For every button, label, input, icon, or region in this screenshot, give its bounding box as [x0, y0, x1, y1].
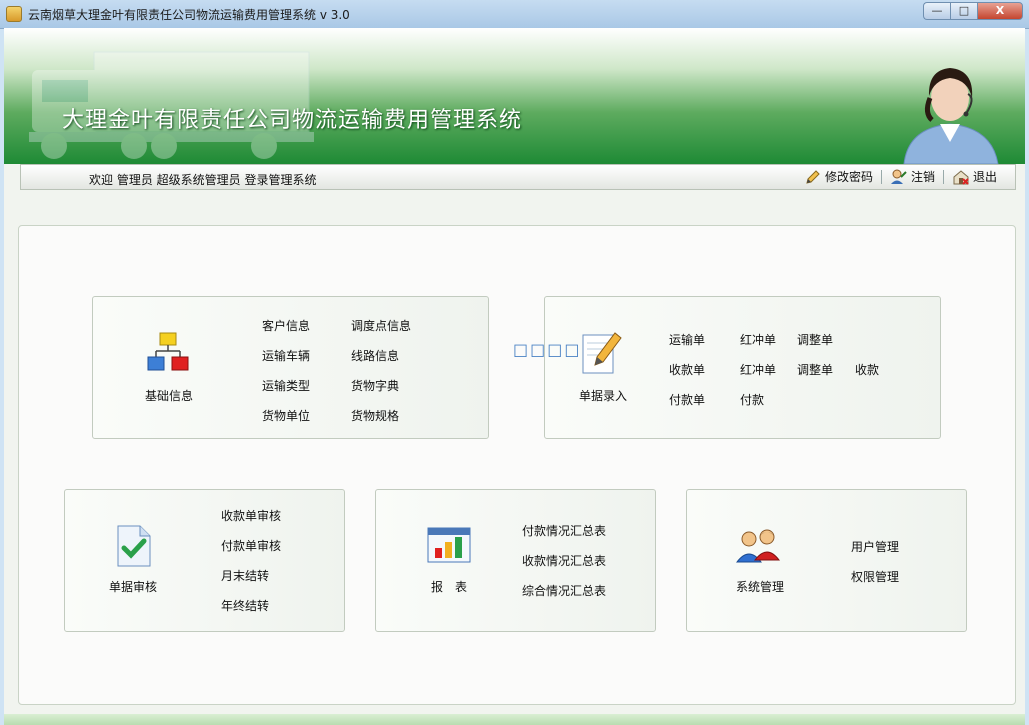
user-logout-icon	[890, 169, 907, 184]
logout-label: 注销	[910, 170, 935, 184]
system-admin-card: 系统管理 用户管理 权限管理	[686, 489, 967, 632]
edit-document-icon[interactable]	[581, 329, 623, 377]
transport-type-link[interactable]: 运输类型	[262, 377, 310, 394]
maximize-button[interactable]: □	[950, 2, 977, 20]
goods-unit-link[interactable]: 货物单位	[262, 407, 310, 424]
dispatch-point-link[interactable]: 调度点信息	[351, 317, 411, 334]
status-strip	[4, 714, 1025, 725]
payment-summary-link[interactable]: 付款情况汇总表	[522, 522, 606, 539]
receipt-adjustment-link[interactable]: 调整单	[797, 361, 833, 378]
window-title: 云南烟草大理金叶有限责任公司物流运输费用管理系统 v 3.0	[28, 8, 350, 22]
exit-label: 退出	[972, 170, 997, 184]
basic-info-card: 基础信息 客户信息 调度点信息 运输车辆 线路信息 运输类型 货物字典 货物单位…	[92, 296, 489, 439]
basic-info-label[interactable]: 基础信息	[145, 387, 193, 404]
approved-document-icon[interactable]	[116, 524, 152, 568]
system-admin-label[interactable]: 系统管理	[736, 578, 784, 595]
bar-chart-report-icon[interactable]	[427, 526, 471, 564]
minimize-button[interactable]: —	[923, 2, 950, 20]
reports-card: 报 表 付款情况汇总表 收款情况汇总表 综合情况汇总表	[375, 489, 656, 632]
year-end-carryover-link[interactable]: 年终结转	[221, 597, 269, 614]
document-entry-card: 单据录入 运输单 红冲单 调整单 收款单 红冲单 调整单 收款 付款单 付款	[544, 296, 941, 439]
toolbar-divider	[880, 169, 882, 184]
operator-photo	[903, 68, 999, 164]
receipt-red-reversal-link[interactable]: 红冲单	[740, 361, 776, 378]
overall-summary-link[interactable]: 综合情况汇总表	[522, 582, 606, 599]
logout-button[interactable]: 注销	[890, 168, 935, 185]
welcome-message: 欢迎 管理员 超级系统管理员 登录管理系统	[89, 173, 317, 187]
payment-order-link[interactable]: 付款单	[669, 391, 705, 408]
change-password-button[interactable]: 修改密码	[804, 168, 873, 185]
adjustment-order-link[interactable]: 调整单	[797, 331, 833, 348]
header-banner: 大理金叶有限责任公司物流运输费用管理系统	[4, 28, 1025, 164]
payment-link[interactable]: 付款	[740, 391, 764, 408]
receipt-audit-link[interactable]: 收款单审核	[221, 507, 281, 524]
org-chart-icon[interactable]	[146, 331, 190, 373]
receipt-link[interactable]: 收款	[855, 361, 879, 378]
change-password-label: 修改密码	[824, 170, 873, 184]
receipt-summary-link[interactable]: 收款情况汇总表	[522, 552, 606, 569]
permission-management-link[interactable]: 权限管理	[851, 568, 899, 585]
pencil-icon	[806, 169, 820, 184]
customer-info-link[interactable]: 客户信息	[262, 317, 310, 334]
month-end-carryover-link[interactable]: 月末结转	[221, 567, 269, 584]
goods-spec-link[interactable]: 货物规格	[351, 407, 399, 424]
user-management-link[interactable]: 用户管理	[851, 538, 899, 555]
transport-order-link[interactable]: 运输单	[669, 331, 705, 348]
payment-audit-link[interactable]: 付款单审核	[221, 537, 281, 554]
red-reversal-link[interactable]: 红冲单	[740, 331, 776, 348]
user-toolbar: 欢迎 管理员 超级系统管理员 登录管理系统 修改密码 注销 退出	[20, 164, 1016, 190]
vehicles-link[interactable]: 运输车辆	[262, 347, 310, 364]
receipt-order-link[interactable]: 收款单	[669, 361, 705, 378]
document-entry-label[interactable]: 单据录入	[579, 387, 627, 404]
goods-dictionary-link[interactable]: 货物字典	[351, 377, 399, 394]
app-icon	[6, 6, 22, 22]
reports-label[interactable]: 报 表	[431, 578, 467, 595]
exit-button[interactable]: 退出	[952, 168, 997, 185]
document-audit-label[interactable]: 单据审核	[109, 578, 157, 595]
document-audit-card: 单据审核 收款单审核 付款单审核 月末结转 年终结转	[64, 489, 345, 632]
exit-house-icon	[953, 169, 969, 185]
toolbar-actions: 修改密码 注销 退出	[804, 168, 997, 185]
window-titlebar: 云南烟草大理金叶有限责任公司物流运输费用管理系统 v 3.0 — □ X	[0, 0, 1029, 29]
close-button[interactable]: X	[977, 2, 1023, 20]
banner-title: 大理金叶有限责任公司物流运输费用管理系统	[62, 108, 523, 133]
users-icon[interactable]	[735, 528, 783, 564]
toolbar-divider	[942, 169, 944, 184]
routes-link[interactable]: 线路信息	[351, 347, 399, 364]
placeholder-glyphs: □□□□	[513, 340, 582, 359]
window-controls: — □ X	[923, 2, 1023, 20]
